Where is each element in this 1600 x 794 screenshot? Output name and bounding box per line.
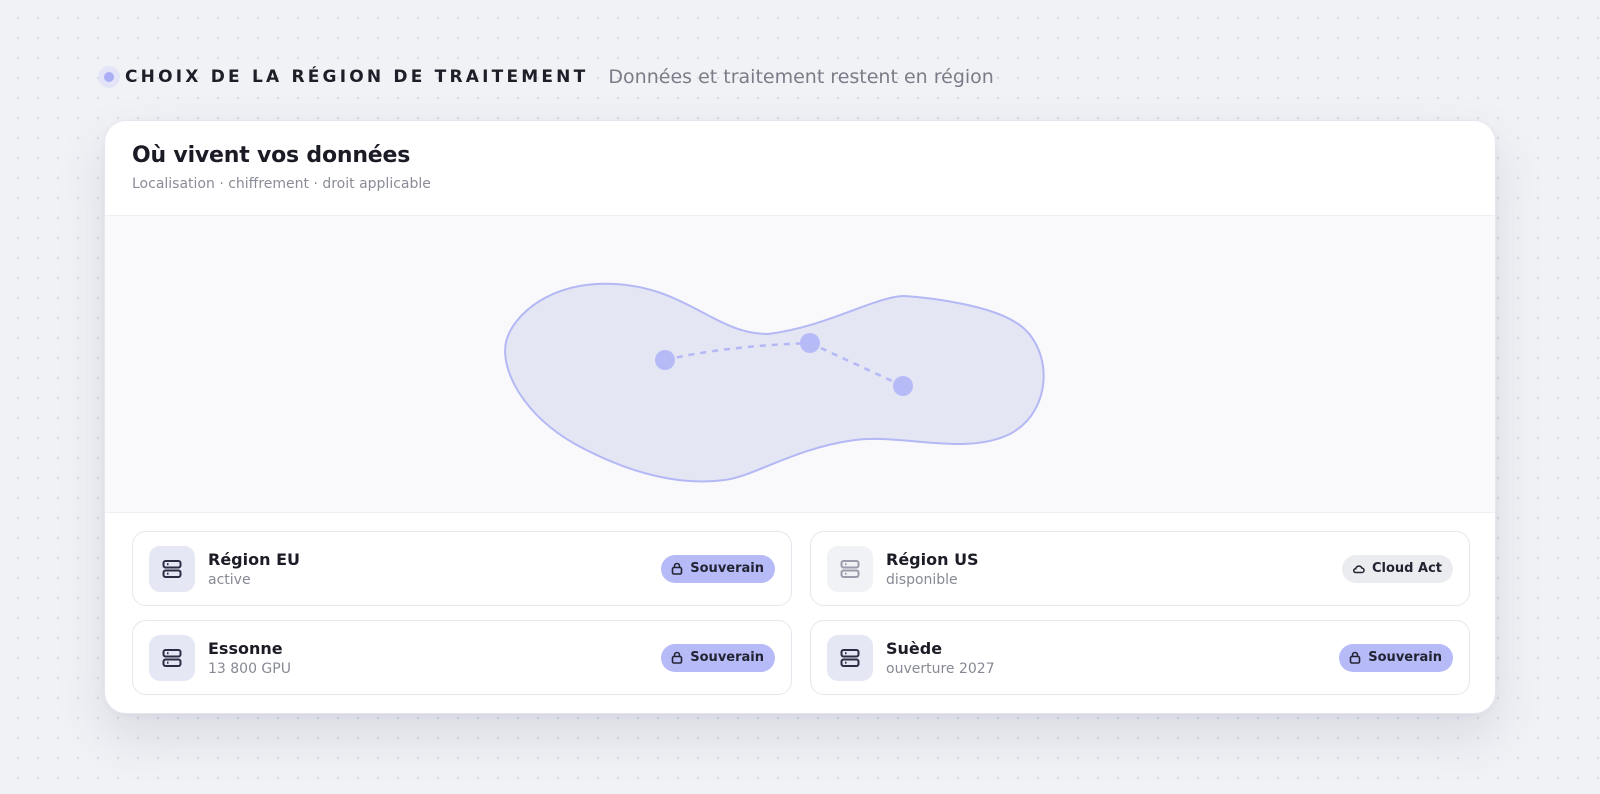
badge-label: Cloud Act [1372, 561, 1442, 576]
server-icon [149, 634, 195, 681]
sovereign-badge: Souverain [661, 643, 775, 672]
region-name: Région US [886, 549, 979, 569]
map-node-3 [893, 376, 913, 396]
region-status: disponible [886, 571, 958, 588]
map-node-2 [800, 333, 820, 353]
region-card-eu[interactable]: Région EU active Souverain [132, 531, 792, 606]
sovereign-badge: Souverain [661, 554, 775, 583]
region-card-suede[interactable]: Suède ouverture 2027 Souverain [810, 620, 1470, 695]
region-status: ouverture 2027 [886, 660, 995, 677]
map-node-1 [655, 350, 675, 370]
map-landmass [504, 282, 1045, 483]
lock-icon [671, 562, 683, 575]
region-status: 13 800 GPU [208, 660, 291, 677]
section-title: CHOIX DE LA RÉGION DE TRAITEMENT [125, 67, 589, 87]
card-subtitle: Localisation · chiffrement · droit appli… [132, 176, 431, 192]
card-title: Où vivent vos données [132, 143, 411, 168]
region-map [105, 216, 1495, 513]
region-name: Région EU [208, 549, 300, 569]
data-location-card: Où vivent vos données Localisation · chi… [104, 120, 1496, 714]
badge-label: Souverain [690, 561, 764, 576]
server-icon [149, 545, 195, 592]
card-header: Où vivent vos données Localisation · chi… [105, 121, 1495, 216]
sovereign-badge: Souverain [1339, 643, 1453, 672]
lock-icon [671, 651, 683, 664]
server-icon [827, 634, 873, 681]
section-header: CHOIX DE LA RÉGION DE TRAITEMENT Données… [98, 64, 994, 90]
badge-label: Souverain [1368, 650, 1442, 665]
region-card-essonne[interactable]: Essonne 13 800 GPU Souverain [132, 620, 792, 695]
status-dot-icon [98, 66, 120, 88]
region-name: Suède [886, 638, 943, 658]
lock-icon [1349, 651, 1361, 664]
badge-label: Souverain [690, 650, 764, 665]
cloud-icon [1353, 564, 1365, 573]
region-list: Région EU active Souverain Région US dis… [132, 531, 1470, 695]
region-name: Essonne [208, 638, 283, 658]
map-illustration [504, 282, 1045, 483]
region-card-us[interactable]: Région US disponible Cloud Act [810, 531, 1470, 606]
region-status: active [208, 571, 251, 588]
cloud-act-badge: Cloud Act [1342, 554, 1453, 583]
section-subtitle: Données et traitement restent en région [608, 66, 994, 88]
server-icon [827, 545, 873, 592]
